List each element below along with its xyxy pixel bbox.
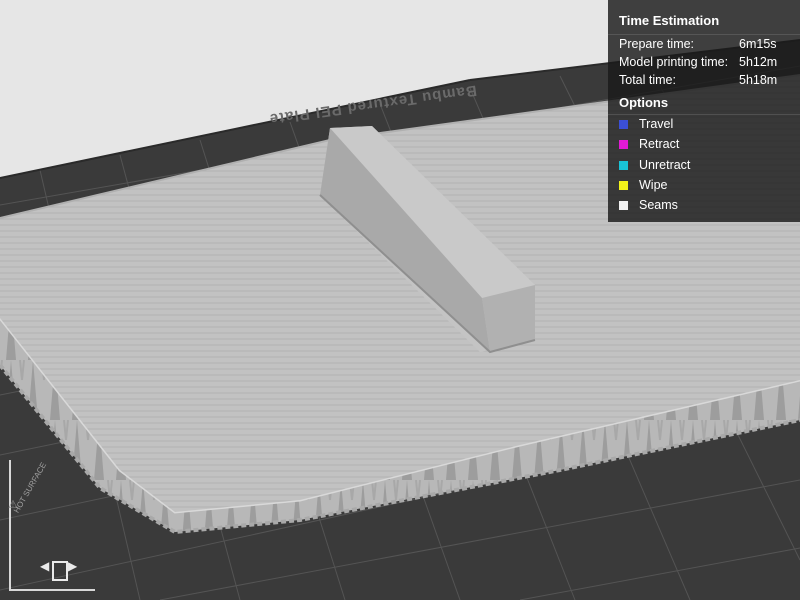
option-label: Unretract xyxy=(639,158,691,172)
travel-color-swatch xyxy=(619,119,628,129)
total-time-label: Total time: xyxy=(619,73,676,87)
total-time-value: 5h18m xyxy=(739,73,778,87)
model-printing-time-label: Model printing time: xyxy=(619,55,729,69)
option-seams[interactable]: Seams xyxy=(619,197,678,213)
model-printing-time-value: 5h12m xyxy=(739,55,778,69)
option-label: Travel xyxy=(639,117,674,131)
prepare-time-value: 6m15s xyxy=(739,37,777,51)
wipe-color-swatch xyxy=(619,180,628,190)
retract-color-swatch xyxy=(619,139,628,149)
prepare-time-label: Prepare time: xyxy=(619,37,695,51)
options-title: Options xyxy=(619,95,669,110)
option-wipe[interactable]: Wipe xyxy=(619,177,667,193)
arrow-left-icon[interactable]: ◀ xyxy=(40,559,49,573)
option-label: Retract xyxy=(639,137,680,151)
divider xyxy=(608,34,800,35)
legend-panel: Time Estimation Prepare time: 6m15s Mode… xyxy=(608,0,800,222)
plate-icon[interactable] xyxy=(52,561,68,581)
time-estimation-title: Time Estimation xyxy=(619,13,720,28)
option-label: Seams xyxy=(639,198,678,212)
option-retract[interactable]: Retract xyxy=(619,136,679,152)
arrow-right-icon[interactable]: ▶ xyxy=(68,559,77,573)
seams-color-swatch xyxy=(619,200,628,210)
unretract-color-swatch xyxy=(619,160,628,170)
option-unretract[interactable]: Unretract xyxy=(619,157,690,173)
hot-surface-label: ⚠ HOT SURFACE xyxy=(8,460,49,515)
plate-controls: ◀ ▶ xyxy=(40,557,80,587)
option-travel[interactable]: Travel xyxy=(619,116,673,132)
option-label: Wipe xyxy=(639,178,668,192)
divider xyxy=(608,114,800,115)
